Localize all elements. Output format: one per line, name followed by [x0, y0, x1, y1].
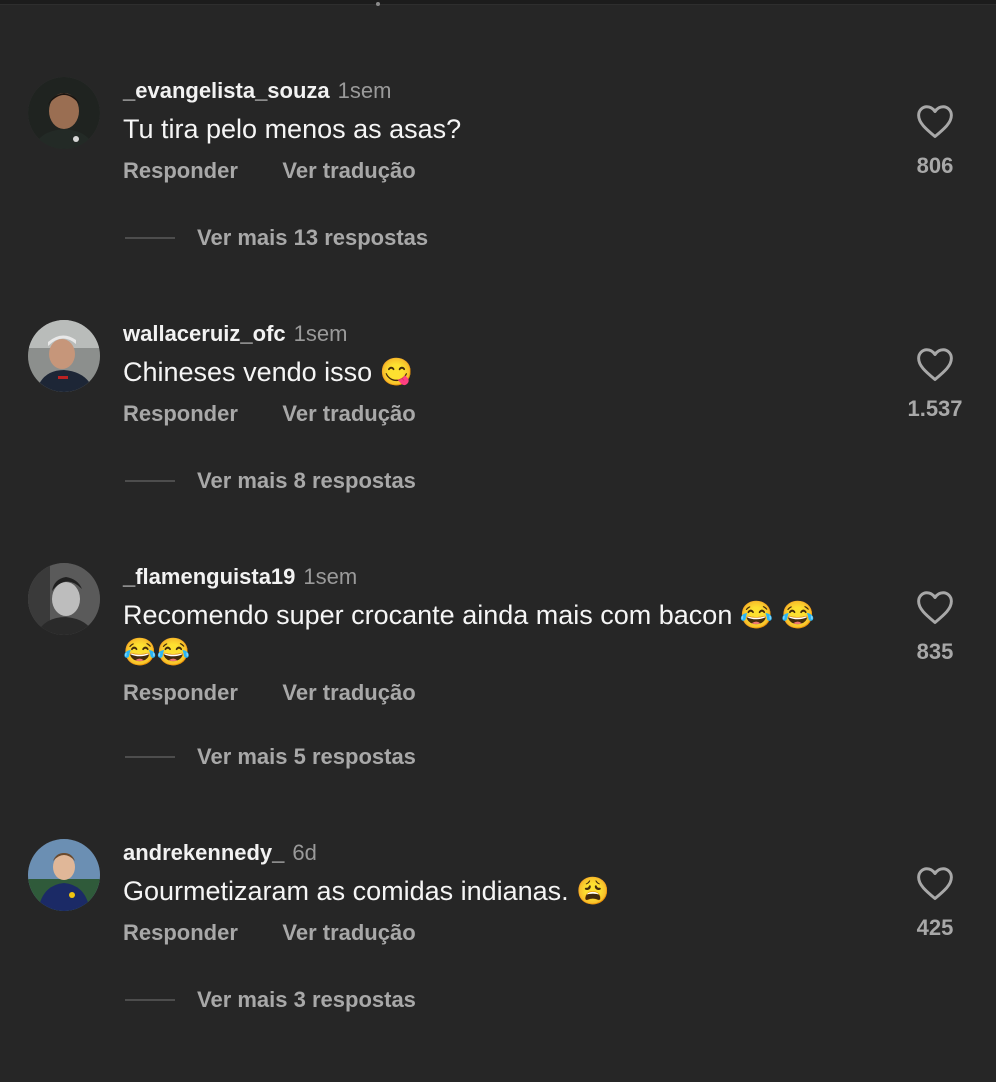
comment-text: Gourmetizaram as comidas indianas. 😩 — [123, 876, 610, 906]
comment-item: andrekennedy_ 6d Gourmetizaram as comidas… — [0, 839, 996, 1082]
like-group: 425 — [894, 865, 976, 941]
comment-item: _flamenguista19 1sem Recomendo super croc… — [0, 563, 996, 806]
reply-button[interactable]: Responder — [123, 400, 238, 428]
like-count: 425 — [916, 915, 954, 940]
view-replies[interactable]: Ver mais 5 respostas — [125, 743, 416, 771]
like-group: 1.537 — [894, 346, 976, 422]
heart-outline-icon[interactable] — [915, 589, 955, 625]
like-count: 806 — [916, 153, 954, 178]
heart-outline-icon[interactable] — [915, 103, 955, 139]
username[interactable]: _evangelista_souza — [123, 78, 330, 103]
avatar[interactable] — [28, 77, 100, 149]
reply-button[interactable]: Responder — [123, 679, 238, 707]
avatar[interactable] — [28, 839, 100, 911]
view-replies-label[interactable]: Ver mais 8 respostas — [197, 468, 416, 493]
view-replies-label[interactable]: Ver mais 3 respostas — [197, 987, 416, 1012]
avatar[interactable] — [28, 563, 100, 635]
comment-actions: Responder Ver tradução — [123, 679, 456, 710]
timestamp: 1sem — [303, 564, 358, 589]
comment-text: Tu tira pelo menos as asas? — [123, 114, 462, 144]
comment-text: Chineses vendo isso 😋 — [123, 357, 414, 387]
comment-item: wallaceruiz_ofc 1sem Chineses vendo isso … — [0, 320, 996, 563]
replies-divider — [125, 237, 175, 239]
top-indicator — [376, 2, 380, 6]
translate-button[interactable]: Ver tradução — [282, 157, 415, 185]
view-replies[interactable]: Ver mais 13 respostas — [125, 224, 428, 252]
replies-divider — [125, 756, 175, 758]
comment-header: andrekennedy_ 6d — [123, 839, 317, 870]
avatar[interactable] — [28, 320, 100, 392]
comment-header: _flamenguista19 1sem — [123, 563, 357, 594]
like-count: 1.537 — [907, 396, 963, 421]
timestamp: 1sem — [337, 78, 392, 103]
comment-header: _evangelista_souza 1sem — [123, 77, 391, 108]
translate-button[interactable]: Ver tradução — [282, 679, 415, 707]
username[interactable]: andrekennedy_ — [123, 840, 284, 865]
comment-item: _evangelista_souza 1sem Tu tira pelo meno… — [0, 77, 996, 320]
translate-button[interactable]: Ver tradução — [282, 919, 415, 947]
heart-outline-icon[interactable] — [915, 865, 955, 901]
comment-actions: Responder Ver tradução — [123, 400, 456, 431]
heart-outline-icon[interactable] — [915, 346, 955, 382]
comment-actions: Responder Ver tradução — [123, 919, 456, 950]
view-replies-label[interactable]: Ver mais 13 respostas — [197, 225, 428, 250]
timestamp: 6d — [292, 840, 317, 865]
comment-text: Recomendo super crocante ainda mais com … — [123, 600, 815, 667]
like-group: 806 — [894, 103, 976, 179]
view-replies[interactable]: Ver mais 3 respostas — [125, 986, 416, 1014]
view-replies-label[interactable]: Ver mais 5 respostas — [197, 744, 416, 769]
replies-divider — [125, 480, 175, 482]
replies-divider — [125, 999, 175, 1001]
top-divider — [0, 0, 996, 5]
like-group: 835 — [894, 589, 976, 665]
reply-button[interactable]: Responder — [123, 157, 238, 185]
comment-header: wallaceruiz_ofc 1sem — [123, 320, 347, 351]
reply-button[interactable]: Responder — [123, 919, 238, 947]
username[interactable]: wallaceruiz_ofc — [123, 321, 286, 346]
username[interactable]: _flamenguista19 — [123, 564, 295, 589]
timestamp: 1sem — [293, 321, 348, 346]
view-replies[interactable]: Ver mais 8 respostas — [125, 467, 416, 495]
like-count: 835 — [916, 639, 954, 664]
comment-actions: Responder Ver tradução — [123, 157, 456, 188]
translate-button[interactable]: Ver tradução — [282, 400, 415, 428]
